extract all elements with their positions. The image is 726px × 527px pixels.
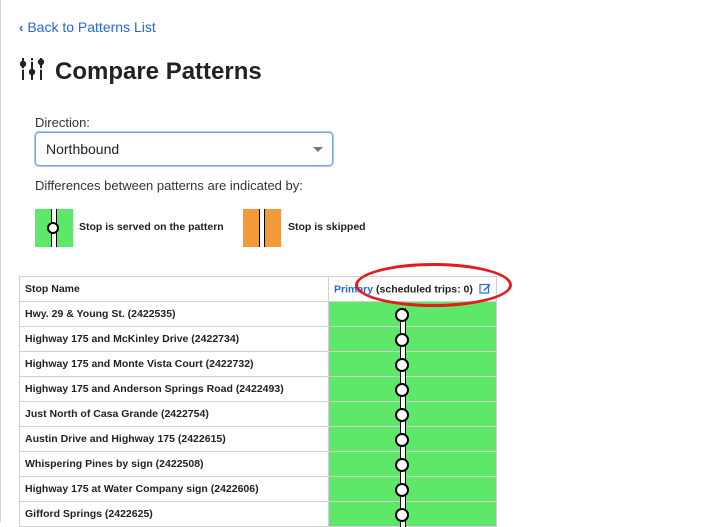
stop-name-cell: Highway 175 and Anderson Springs Road (2… (19, 376, 329, 402)
stop-dot-icon (395, 508, 409, 522)
stop-dot-icon (395, 383, 409, 397)
stop-name-cell: Hwy. 29 & Young St. (2422535) (19, 301, 329, 327)
table-row: Highway 175 and Monte Vista Court (24227… (19, 351, 497, 377)
pattern-stop-cell (328, 501, 497, 527)
stop-name-cell: Austin Drive and Highway 175 (2422615) (19, 426, 329, 452)
direction-selected-value: Northbound (46, 141, 120, 157)
served-legend-label: Stop is served on the pattern (79, 221, 224, 233)
table-row: Highway 175 and McKinley Drive (2422734) (19, 326, 497, 352)
stop-name-cell: Highway 175 and Monte Vista Court (24227… (19, 351, 329, 377)
pattern-stop-cell (328, 451, 497, 477)
table-row: Highway 175 at Water Company sign (24226… (19, 476, 497, 502)
page-title: Compare Patterns (55, 57, 262, 85)
stop-name-cell: Just North of Casa Grande (2422754) (19, 401, 329, 427)
table-row: Hwy. 29 & Young St. (2422535) (19, 301, 497, 327)
pattern-stop-cell (328, 301, 497, 327)
route-line (259, 209, 265, 247)
back-link-label: Back to Patterns List (27, 19, 156, 35)
sliders-icon (19, 56, 45, 87)
stop-name-cell: Gifford Springs (2422625) (19, 501, 329, 527)
chevron-left-icon: ‹ (19, 19, 24, 35)
stop-dot-icon (395, 408, 409, 422)
stop-name-cell: Highway 175 at Water Company sign (24226… (19, 476, 329, 502)
stops-comparison-table: Stop Name Primary (scheduled trips: 0) H… (19, 276, 497, 527)
pattern-stop-cell (328, 426, 497, 452)
table-row: Whispering Pines by sign (2422508) (19, 451, 497, 477)
served-swatch (35, 209, 73, 247)
caret-down-icon (313, 147, 323, 152)
table-header-row: Stop Name Primary (scheduled trips: 0) (19, 276, 497, 302)
stop-dot-icon (395, 333, 409, 347)
window-border (0, 0, 1, 522)
table-row: Gifford Springs (2422625) (19, 501, 497, 527)
stop-name-cell: Highway 175 and McKinley Drive (2422734) (19, 326, 329, 352)
pattern-stop-cell (328, 351, 497, 377)
pattern-header: Primary (scheduled trips: 0) (328, 276, 497, 302)
table-row: Highway 175 and Anderson Springs Road (2… (19, 376, 497, 402)
table-row: Just North of Casa Grande (2422754) (19, 401, 497, 427)
pattern-stop-cell (328, 401, 497, 427)
table-row: Austin Drive and Highway 175 (2422615) (19, 426, 497, 452)
direction-label: Direction: (35, 115, 90, 130)
stop-dot-icon (395, 433, 409, 447)
skipped-swatch (243, 209, 281, 247)
stop-dot-icon (47, 222, 59, 234)
stop-dot-icon (395, 358, 409, 372)
pattern-stop-cell (328, 476, 497, 502)
stop-dot-icon (395, 458, 409, 472)
page-header: Compare Patterns (19, 56, 262, 87)
stop-dot-icon (395, 308, 409, 322)
pattern-stop-cell (328, 326, 497, 352)
stop-name-header: Stop Name (19, 276, 329, 302)
scheduled-trips-count: (scheduled trips: 0) (376, 282, 473, 295)
stop-dot-icon (395, 483, 409, 497)
pattern-stop-cell (328, 376, 497, 402)
skipped-legend-label: Stop is skipped (288, 221, 366, 233)
legend-intro: Differences between patterns are indicat… (35, 178, 303, 193)
direction-select[interactable]: Northbound (35, 132, 333, 166)
back-to-patterns-link[interactable]: ‹ Back to Patterns List (19, 19, 156, 35)
pattern-link-primary[interactable]: Primary (334, 283, 373, 295)
edit-icon[interactable] (479, 282, 491, 297)
stop-name-cell: Whispering Pines by sign (2422508) (19, 451, 329, 477)
